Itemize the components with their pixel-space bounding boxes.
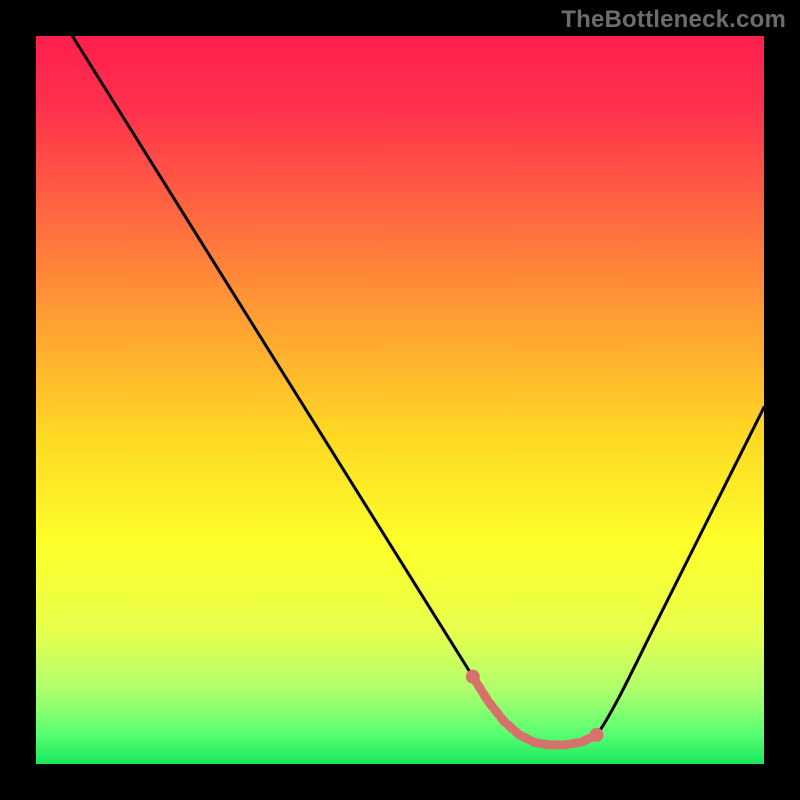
chart-canvas (0, 0, 800, 800)
plot-background (36, 36, 764, 764)
optimal-range-end-marker (590, 728, 604, 742)
watermark-text: TheBottleneck.com (561, 6, 786, 34)
optimal-range-start-marker (466, 670, 480, 684)
bottleneck-chart: TheBottleneck.com (0, 0, 800, 800)
